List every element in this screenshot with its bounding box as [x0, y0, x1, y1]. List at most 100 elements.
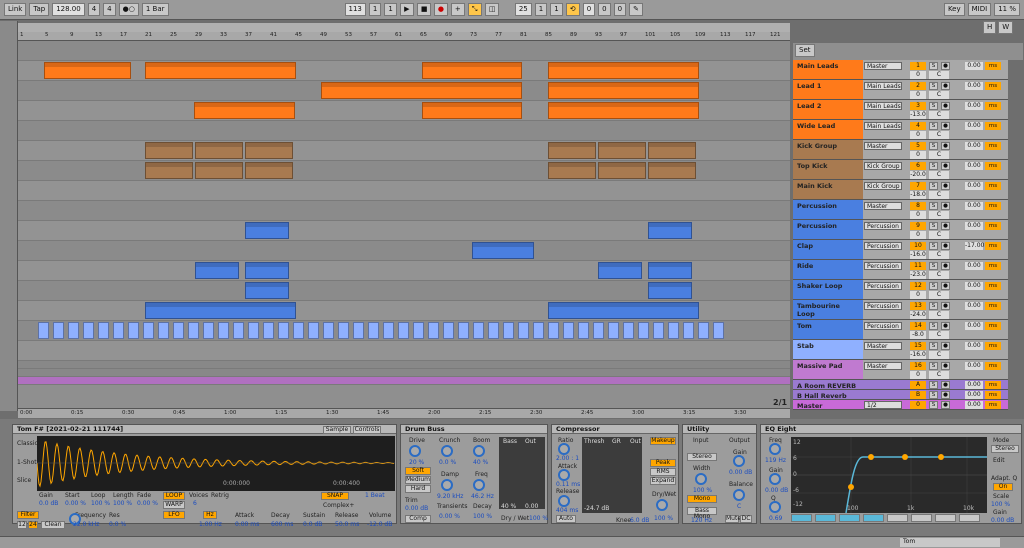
- track-activator[interactable]: 13: [910, 302, 926, 310]
- track-volume[interactable]: 0.00: [965, 162, 983, 170]
- play-icon[interactable]: ▶: [399, 3, 414, 16]
- output-routing-select[interactable]: Main Leads: [864, 122, 902, 130]
- track-volume[interactable]: 0.00: [965, 401, 983, 409]
- track-volume[interactable]: 0.00: [965, 82, 983, 90]
- lfo-toggle[interactable]: LFO: [163, 511, 185, 519]
- eq-mode-select[interactable]: Stereo: [991, 445, 1019, 453]
- ratio-knob[interactable]: [558, 443, 570, 455]
- arm-icon[interactable]: ●: [941, 322, 950, 330]
- track-volume[interactable]: 0.00: [965, 102, 983, 110]
- clip[interactable]: [308, 322, 319, 339]
- width-value[interactable]: 100 %: [693, 487, 712, 494]
- eq-out-gain-value[interactable]: 0.00 dB: [991, 517, 1014, 524]
- clip[interactable]: [648, 222, 692, 239]
- pan-field[interactable]: C: [929, 91, 949, 99]
- peak-button[interactable]: Peak: [650, 459, 676, 467]
- clip[interactable]: [503, 322, 514, 339]
- voices-value[interactable]: 6: [193, 500, 197, 507]
- clip[interactable]: [713, 322, 724, 339]
- snap-button[interactable]: SNAP: [321, 492, 349, 500]
- output-routing-select[interactable]: Percussion: [864, 302, 902, 310]
- key-map-button[interactable]: Key: [943, 3, 965, 16]
- eq-band-toggle[interactable]: [839, 514, 860, 522]
- classic-mode[interactable]: Classic: [17, 440, 38, 447]
- track-name[interactable]: Percussion: [793, 200, 863, 219]
- arm-icon[interactable]: ●: [941, 391, 950, 399]
- volume-field[interactable]: 0: [910, 91, 926, 99]
- clip[interactable]: [638, 322, 649, 339]
- clip[interactable]: [698, 322, 709, 339]
- volume-field[interactable]: 0: [910, 151, 926, 159]
- clip[interactable]: [413, 322, 424, 339]
- eq-band-toggle[interactable]: [863, 514, 884, 522]
- loop-value[interactable]: 100 %: [91, 500, 110, 507]
- clip[interactable]: [145, 142, 193, 159]
- arm-icon[interactable]: ●: [941, 362, 950, 370]
- volume-field[interactable]: 0: [910, 231, 926, 239]
- clip[interactable]: [195, 162, 243, 179]
- clip[interactable]: [648, 162, 696, 179]
- volume-field[interactable]: -24.0: [910, 311, 926, 319]
- clip[interactable]: [548, 82, 699, 99]
- filter-toggle[interactable]: Filter: [17, 511, 39, 519]
- filter-24[interactable]: 24: [28, 521, 38, 529]
- solo-button[interactable]: S: [929, 342, 938, 350]
- arm-icon[interactable]: ●: [941, 302, 950, 310]
- arm-icon[interactable]: ●: [941, 202, 950, 210]
- track-header[interactable]: Clap Percussion 10 S ● -16.0 C -17.00 ms: [793, 240, 1008, 260]
- arm-icon[interactable]: ●: [941, 242, 950, 250]
- clip[interactable]: [188, 322, 199, 339]
- clip[interactable]: [683, 322, 694, 339]
- track-name[interactable]: Main Leads: [793, 60, 863, 79]
- attack-value[interactable]: 0.00 ms: [235, 521, 259, 528]
- track-volume[interactable]: 0.00: [965, 262, 983, 270]
- return-lane[interactable]: [18, 377, 790, 385]
- solo-button[interactable]: S: [929, 322, 938, 330]
- track-lane[interactable]: [18, 321, 790, 341]
- track-activator[interactable]: 7: [910, 182, 926, 190]
- bass-mono-freq[interactable]: 120 Hz: [691, 517, 712, 524]
- track-header[interactable]: Tambourine Loop Percussion 13 S ● -24.0 C 0.00 m…: [793, 300, 1008, 320]
- solo-button[interactable]: S: [929, 282, 938, 290]
- output-routing-select[interactable]: Percussion: [864, 262, 902, 270]
- fade-value[interactable]: 0.00 %: [137, 500, 158, 507]
- clip[interactable]: [83, 322, 94, 339]
- hard-button[interactable]: Hard: [405, 485, 431, 493]
- track-name[interactable]: Top Kick: [793, 160, 863, 179]
- output-routing-select[interactable]: Master: [864, 362, 902, 370]
- eq-band-toggle[interactable]: [959, 514, 980, 522]
- track-activator[interactable]: 16: [910, 362, 926, 370]
- volume-value[interactable]: -12.0 dB: [367, 521, 392, 528]
- solo-button[interactable]: S: [929, 362, 938, 370]
- eq-gain-value[interactable]: 0.00 dB: [765, 487, 788, 494]
- solo-button[interactable]: S: [929, 222, 938, 230]
- arm-icon[interactable]: ●: [941, 62, 950, 70]
- track-lane[interactable]: [18, 181, 790, 201]
- start-value[interactable]: 0.00 %: [65, 500, 86, 507]
- track-lane[interactable]: [18, 341, 790, 361]
- clip[interactable]: [593, 322, 604, 339]
- clip[interactable]: [563, 322, 574, 339]
- clip[interactable]: [113, 322, 124, 339]
- output-routing-select[interactable]: Percussion: [864, 322, 902, 330]
- overdub-icon[interactable]: +: [450, 3, 465, 16]
- track-volume[interactable]: 0.00: [965, 122, 983, 130]
- track-name[interactable]: Massive Pad: [793, 360, 863, 379]
- clip[interactable]: [245, 222, 289, 239]
- eq-band-toggle[interactable]: [791, 514, 812, 522]
- attack-knob[interactable]: [558, 469, 570, 481]
- stop-icon[interactable]: ■: [416, 3, 431, 16]
- solo-button[interactable]: S: [929, 242, 938, 250]
- boom-value[interactable]: 40 %: [473, 459, 488, 466]
- clip[interactable]: [353, 322, 364, 339]
- track-volume[interactable]: 0.00: [965, 342, 983, 350]
- clip[interactable]: [38, 322, 49, 339]
- position-bar[interactable]: 113: [344, 3, 366, 16]
- output-routing-select[interactable]: Master: [864, 342, 902, 350]
- solo-button[interactable]: S: [929, 202, 938, 210]
- clip[interactable]: [548, 102, 699, 119]
- track-header[interactable]: Lead 1 Main Leads 2 S ● 0 C 0.00 ms: [793, 80, 1008, 100]
- pan-field[interactable]: C: [929, 171, 949, 179]
- arm-icon[interactable]: ●: [941, 222, 950, 230]
- clip[interactable]: [338, 322, 349, 339]
